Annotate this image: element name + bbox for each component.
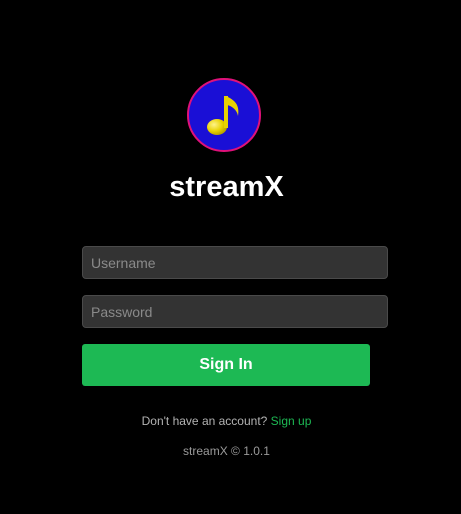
app-title: streamX xyxy=(169,171,284,203)
music-note-icon xyxy=(207,96,239,135)
app-logo xyxy=(187,78,261,152)
username-input[interactable] xyxy=(82,246,388,279)
password-input[interactable] xyxy=(82,295,388,328)
account-prompt-text: Don't have an account? xyxy=(141,414,268,428)
account-prompt-line: Don't have an account? Sign up xyxy=(0,413,453,429)
sign-in-button[interactable]: Sign In xyxy=(82,344,370,386)
version-text: streamX © 1.0.1 xyxy=(183,444,270,458)
sign-up-link[interactable]: Sign up xyxy=(271,414,312,428)
login-page: streamX Sign In Don't have an account? S… xyxy=(0,0,461,514)
